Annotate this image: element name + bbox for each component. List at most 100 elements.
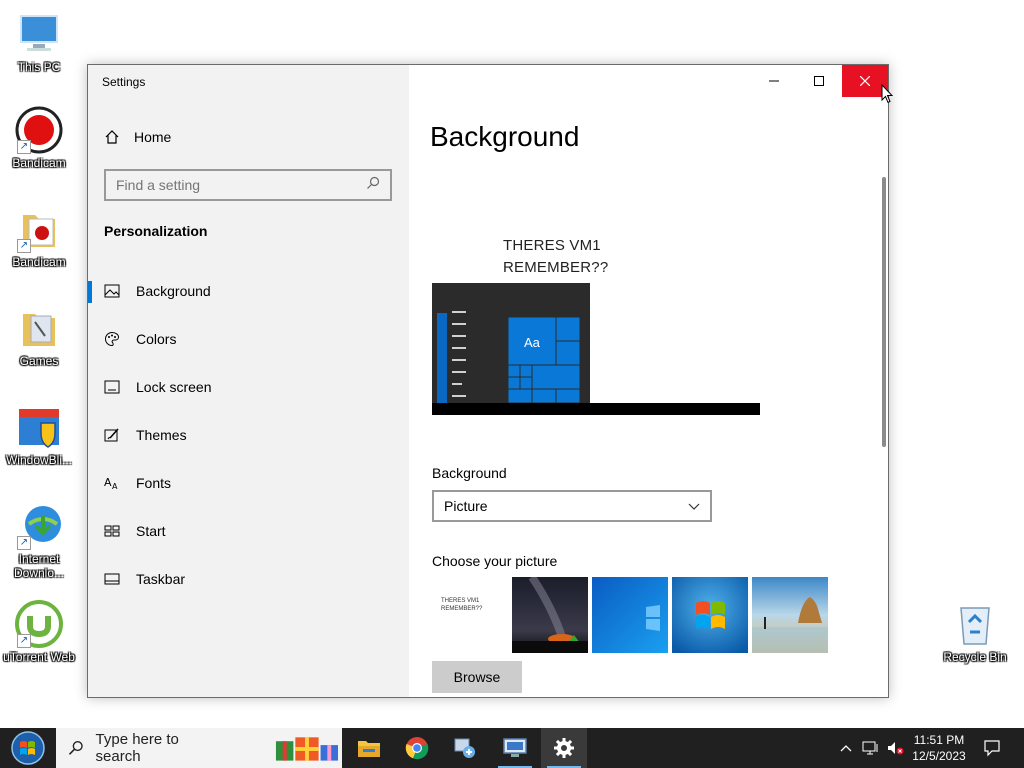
thumbnail-windows-10[interactable] xyxy=(592,577,668,653)
settings-sidebar: Settings Home Personalization Background xyxy=(88,65,409,697)
folder-icon: ↗ xyxy=(15,205,63,253)
find-setting-input[interactable] xyxy=(116,177,346,193)
nav-label: Start xyxy=(136,523,166,539)
settings-window: Settings Home Personalization Background xyxy=(87,64,889,698)
maximize-button[interactable] xyxy=(796,65,842,97)
nav-label: Colors xyxy=(136,331,177,347)
desktop-icon-label: Games xyxy=(19,354,59,368)
globe-download-icon: ↗ xyxy=(15,502,63,550)
control-panel-icon xyxy=(454,738,475,758)
shortcut-arrow-icon: ↗ xyxy=(17,536,31,550)
notification-icon xyxy=(984,740,1000,757)
find-setting-search[interactable] xyxy=(104,169,392,201)
volume-tray-button[interactable] xyxy=(884,728,906,768)
desktop-icon-this-pc[interactable]: This PC xyxy=(1,10,77,74)
computer-icon xyxy=(15,10,63,58)
shortcut-arrow-icon: ↗ xyxy=(17,634,31,648)
page-title: Background xyxy=(430,121,580,152)
thumbnail-text: THERES VM1 REMEMBER?? xyxy=(441,597,482,613)
gift-boxes-icon xyxy=(276,737,339,761)
desktop-preview: Aa xyxy=(432,283,760,415)
desktop-icon-utorrent[interactable]: ↗ uTorrent Web xyxy=(1,600,77,664)
windows-10-wallpaper-image xyxy=(592,577,668,653)
background-type-dropdown[interactable]: Picture xyxy=(432,490,712,522)
chrome-icon xyxy=(405,737,429,760)
thumbnail-text-line-1: THERES VM1 xyxy=(441,598,480,604)
desktop-icon-games[interactable]: Games xyxy=(1,304,77,368)
nav-item-background[interactable]: Background xyxy=(88,271,409,311)
close-icon xyxy=(860,76,870,86)
taskbar-chrome[interactable] xyxy=(394,728,440,768)
desktop-icon-bandicam-folder[interactable]: ↗ Bandicam xyxy=(1,205,77,269)
preview-caption-line-1: THERES VM1 xyxy=(503,237,601,254)
choose-picture-label: Choose your picture xyxy=(432,553,558,569)
desktop-icon-label: Internet Downlo... xyxy=(13,552,65,580)
preview-caption: THERES VM1 REMEMBER?? xyxy=(503,235,608,279)
section-title: Personalization xyxy=(104,223,208,239)
taskbar-search-placeholder: Type here to search xyxy=(95,731,179,765)
nav-item-themes[interactable]: Themes xyxy=(88,415,409,455)
windows-7-wallpaper-image xyxy=(672,577,748,653)
taskbar-search-box[interactable]: Type here to search xyxy=(56,728,342,768)
minimize-button[interactable] xyxy=(751,65,797,97)
start-menu-preview xyxy=(437,311,581,403)
thumbnail-text-picture[interactable]: THERES VM1 REMEMBER?? xyxy=(432,577,508,653)
network-tray-button[interactable] xyxy=(860,728,882,768)
thumbnail-windows-7[interactable] xyxy=(672,577,748,653)
maximize-icon xyxy=(814,76,824,86)
network-icon xyxy=(862,741,878,755)
thumbnail-night-sky[interactable] xyxy=(512,577,588,653)
bandicam-record-icon: ↗ xyxy=(15,106,63,154)
desktop-icon-label: Bandicam xyxy=(12,255,66,269)
taskbar-control-panel[interactable] xyxy=(442,728,488,768)
fonts-icon: AA xyxy=(104,475,120,491)
thumbnail-beach[interactable] xyxy=(752,577,828,653)
taskbar-icon xyxy=(104,571,120,587)
nav-item-taskbar[interactable]: Taskbar xyxy=(88,559,409,599)
palette-icon xyxy=(104,331,120,347)
search-icon xyxy=(68,741,83,755)
nav-item-lock-screen[interactable]: Lock screen xyxy=(88,367,409,407)
content-scrollbar[interactable] xyxy=(882,177,886,447)
desktop-icon-bandicam[interactable]: ↗ Bandicam xyxy=(1,106,77,170)
themes-icon xyxy=(104,427,120,443)
browse-button[interactable]: Browse xyxy=(432,661,522,693)
desktop-icon-label: WindowBli... xyxy=(5,453,73,467)
mouse-cursor-icon xyxy=(881,84,893,104)
taskbar-file-explorer[interactable] xyxy=(346,728,392,768)
minimize-icon xyxy=(769,80,779,82)
nav-label: Lock screen xyxy=(136,379,212,395)
start-icon xyxy=(104,523,120,539)
recycle-bin-icon xyxy=(951,600,999,648)
picture-thumbnails: THERES VM1 REMEMBER?? xyxy=(432,577,828,653)
nav-label: Fonts xyxy=(136,475,172,491)
show-hidden-icons-button[interactable] xyxy=(836,728,856,768)
nav-label: Background xyxy=(136,283,211,299)
taskbar-settings[interactable] xyxy=(541,728,587,768)
desktop-icon-label: Bandicam xyxy=(12,156,66,170)
home-link[interactable]: Home xyxy=(104,129,171,145)
svg-text:A: A xyxy=(104,476,112,489)
nav-item-colors[interactable]: Colors xyxy=(88,319,409,359)
action-center-button[interactable] xyxy=(978,728,1006,768)
taskbar-remote-desktop[interactable] xyxy=(492,728,538,768)
chevron-down-icon xyxy=(688,498,700,514)
start-button[interactable] xyxy=(4,728,52,768)
night-sky-image xyxy=(512,577,588,653)
chevron-up-icon xyxy=(840,745,852,752)
desktop-icon-label: uTorrent Web xyxy=(3,650,75,664)
home-icon xyxy=(104,129,120,145)
nav-item-start[interactable]: Start xyxy=(88,511,409,551)
svg-text:A: A xyxy=(112,482,118,491)
background-label: Background xyxy=(432,465,507,481)
home-label: Home xyxy=(134,129,172,145)
desktop-icon-internet-download[interactable]: ↗ Internet Downlo... xyxy=(1,502,77,580)
picture-icon xyxy=(104,283,120,299)
folder-icon xyxy=(15,304,63,352)
windows-orb-icon xyxy=(11,731,45,765)
desktop-icon-recycle-bin[interactable]: Recycle Bin xyxy=(937,600,1013,664)
taskbar-clock[interactable]: 11:51 PM 12/5/2023 xyxy=(908,732,970,764)
nav-item-fonts[interactable]: AA Fonts xyxy=(88,463,409,503)
windowblinds-icon xyxy=(15,403,63,451)
desktop-icon-windowblinds[interactable]: WindowBli... xyxy=(1,403,77,467)
